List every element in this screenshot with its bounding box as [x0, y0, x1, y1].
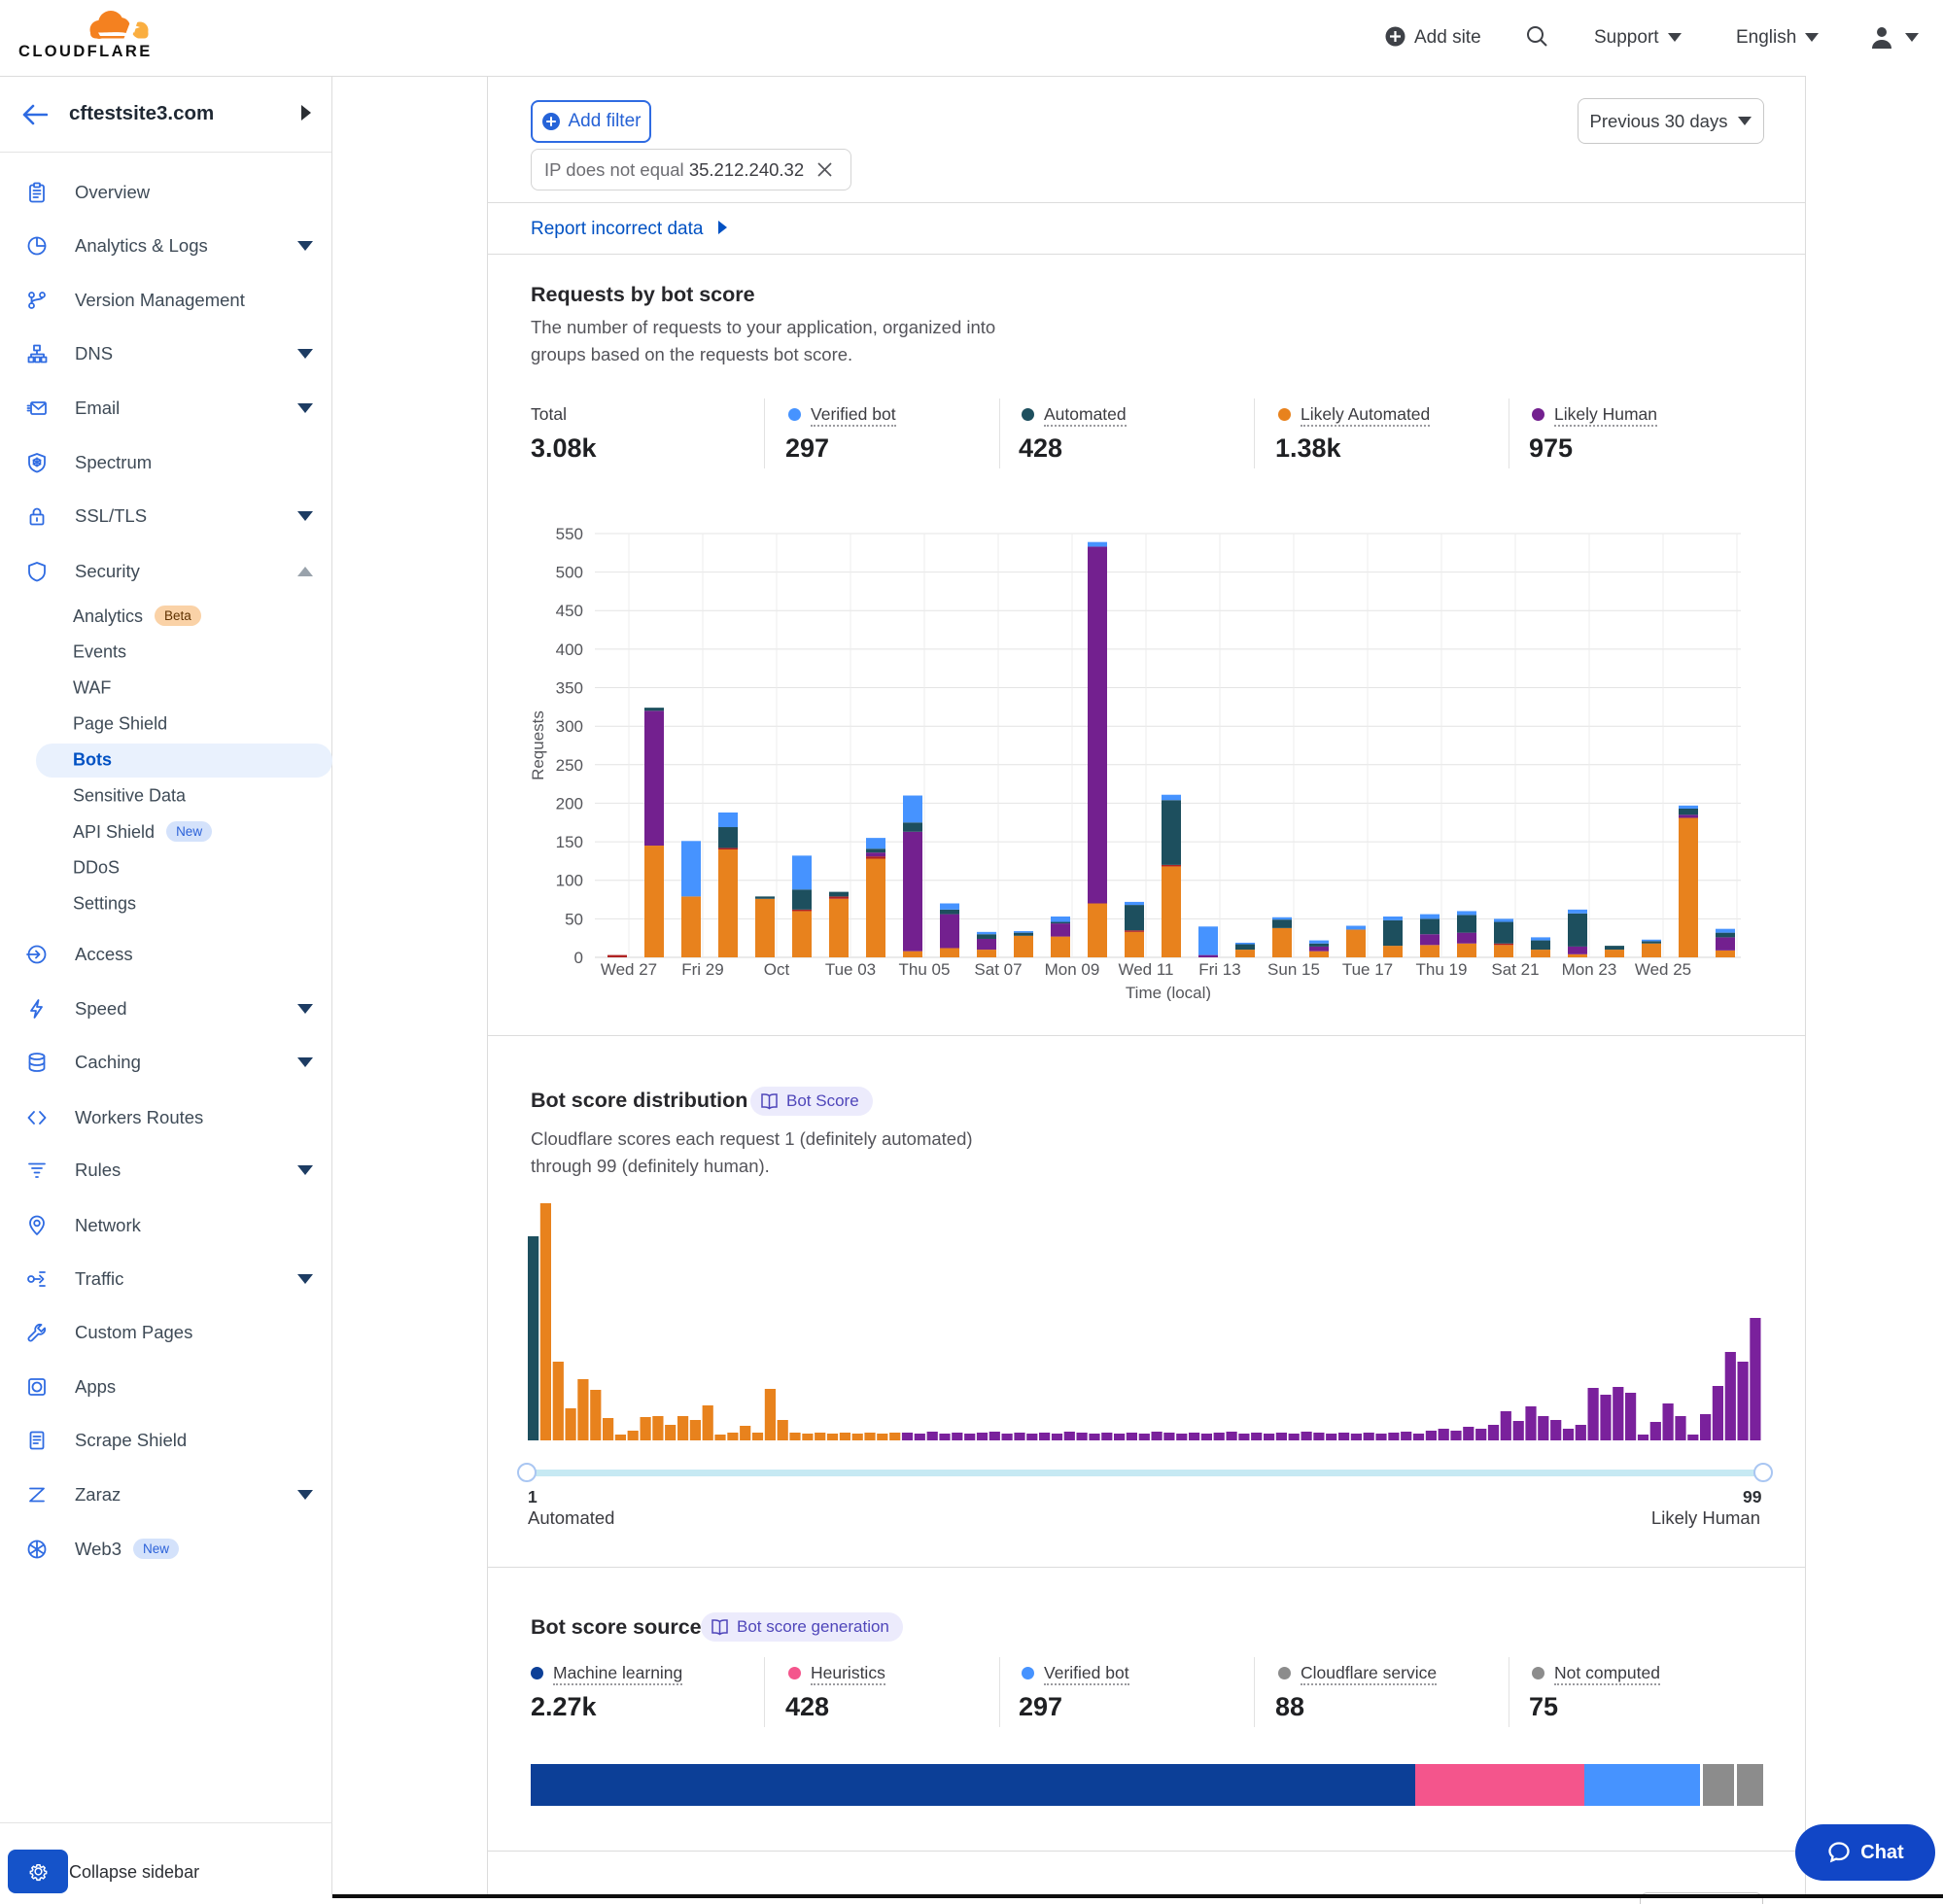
- svg-text:150: 150: [556, 833, 583, 851]
- svg-text:Mon 09: Mon 09: [1045, 960, 1100, 979]
- svg-text:Fri 13: Fri 13: [1198, 960, 1240, 979]
- svg-text:450: 450: [556, 602, 583, 620]
- svg-text:0: 0: [574, 949, 583, 967]
- svg-text:Thu 19: Thu 19: [1416, 960, 1468, 979]
- svg-text:Mon 23: Mon 23: [1562, 960, 1617, 979]
- svg-text:400: 400: [556, 640, 583, 659]
- svg-text:Sat 21: Sat 21: [1491, 960, 1539, 979]
- svg-text:Fri 29: Fri 29: [681, 960, 723, 979]
- svg-text:Oct: Oct: [764, 960, 790, 979]
- svg-text:Thu 05: Thu 05: [899, 960, 951, 979]
- svg-text:Sat 07: Sat 07: [974, 960, 1022, 979]
- svg-text:350: 350: [556, 679, 583, 698]
- svg-text:550: 550: [556, 525, 583, 543]
- svg-text:Time (local): Time (local): [1126, 984, 1211, 1001]
- svg-text:50: 50: [565, 910, 583, 928]
- svg-text:500: 500: [556, 564, 583, 582]
- svg-text:300: 300: [556, 717, 583, 736]
- svg-text:250: 250: [556, 756, 583, 775]
- svg-text:Wed 11: Wed 11: [1118, 960, 1173, 979]
- svg-text:Wed 27: Wed 27: [601, 960, 657, 979]
- svg-text:Sun 15: Sun 15: [1267, 960, 1320, 979]
- svg-text:200: 200: [556, 794, 583, 813]
- svg-text:Tue 03: Tue 03: [825, 960, 876, 979]
- svg-text:Tue 17: Tue 17: [1342, 960, 1393, 979]
- svg-text:100: 100: [556, 872, 583, 890]
- svg-text:Requests: Requests: [529, 710, 547, 780]
- svg-text:Wed 25: Wed 25: [1635, 960, 1691, 979]
